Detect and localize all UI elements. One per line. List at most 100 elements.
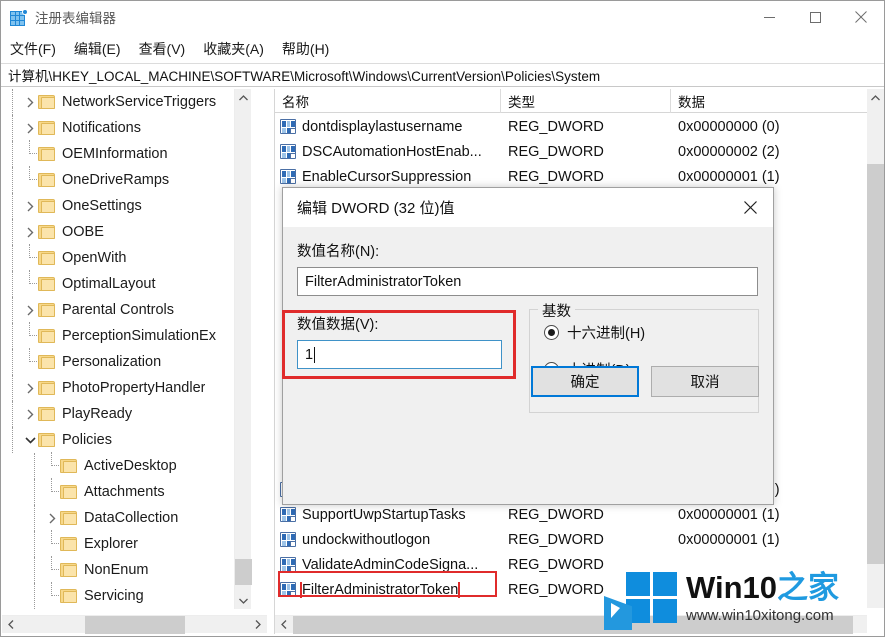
dialog-close-icon[interactable]: [728, 188, 773, 226]
tree-item[interactable]: Attachments: [2, 478, 250, 505]
menu-file[interactable]: 文件(F): [10, 37, 65, 61]
tree-scroll-down-icon[interactable]: [235, 592, 252, 609]
cancel-button[interactable]: 取消: [651, 366, 759, 397]
tree-item-label: DataCollection: [84, 510, 179, 526]
tree-item-label: OptimalLayout: [62, 276, 156, 292]
tree-item[interactable]: OneDriveRamps: [2, 166, 250, 193]
list-hscroll-track[interactable]: [293, 615, 867, 634]
column-header-name[interactable]: 名称: [275, 89, 501, 113]
menu-help[interactable]: 帮助(H): [282, 37, 338, 61]
tree-item[interactable]: OpenWith: [2, 244, 250, 271]
chevron-right-icon[interactable]: [22, 219, 38, 245]
column-header-type[interactable]: 类型: [501, 89, 671, 113]
tree-item[interactable]: OOBE: [2, 219, 250, 245]
maximize-icon[interactable]: [792, 1, 838, 33]
tree-item[interactable]: Policies: [2, 427, 250, 453]
chevron-right-icon[interactable]: [22, 297, 38, 323]
tree-leaf-marker: [22, 270, 38, 297]
list-vertical-scrollbar[interactable]: [867, 89, 884, 608]
tree-indent: [2, 349, 22, 375]
list-header: 名称 类型 数据: [275, 89, 867, 113]
cell-type: REG_DWORD: [508, 118, 604, 135]
cell-type: REG_DWORD: [508, 531, 604, 548]
chevron-right-icon[interactable]: [22, 375, 38, 401]
tree-horizontal-scrollbar[interactable]: [2, 615, 267, 634]
tree-scrollbar-thumb[interactable]: [235, 559, 252, 585]
pane-splitter[interactable]: [268, 89, 273, 634]
tree-leaf-marker: [44, 478, 60, 505]
tree-item[interactable]: Notifications: [2, 115, 250, 141]
folder-icon: [38, 355, 55, 369]
value-name-input[interactable]: FilterAdministratorToken: [297, 267, 758, 296]
value-name-text: SupportUwpStartupTasks: [302, 506, 466, 523]
tree-hscroll-track[interactable]: [20, 615, 249, 634]
reg-dword-icon: [280, 532, 296, 547]
tree-item-label: PerceptionSimulationEx: [62, 328, 216, 344]
ok-button[interactable]: 确定: [531, 366, 639, 397]
value-data-input[interactable]: 1: [297, 340, 502, 369]
tree-leaf-marker: [22, 244, 38, 271]
tree-item[interactable]: OptimalLayout: [2, 270, 250, 297]
list-horizontal-scrollbar[interactable]: [275, 615, 867, 634]
tree-vertical-scrollbar[interactable]: [234, 89, 252, 609]
table-row[interactable]: EnableCursorSuppression REG_DWORD 0x000000…: [275, 164, 867, 189]
tree-item[interactable]: OneSettings: [2, 193, 250, 219]
chevron-right-icon[interactable]: [44, 505, 60, 531]
tree-item[interactable]: OEMInformation: [2, 140, 250, 167]
list-hscroll-thumb[interactable]: [293, 615, 853, 634]
radio-hexadecimal[interactable]: 十六进制(H): [544, 322, 748, 343]
tree-indent: [2, 583, 44, 609]
cell-type: REG_DWORD: [508, 506, 604, 523]
radio-hexadecimal-icon[interactable]: [544, 325, 559, 340]
table-row[interactable]: SupportUwpStartupTasks REG_DWORD 0x0000000…: [275, 502, 867, 527]
chevron-right-icon[interactable]: [22, 115, 38, 141]
chevron-right-icon[interactable]: [22, 193, 38, 219]
tree-scroll-left-icon[interactable]: [2, 616, 20, 634]
menu-favorites[interactable]: 收藏夹(A): [203, 37, 273, 61]
tree-scroll-right-icon[interactable]: [249, 616, 267, 634]
tree-indent: [2, 453, 44, 479]
tree-item[interactable]: NetworkServiceTriggers: [2, 89, 250, 115]
tree-indent: [2, 427, 22, 453]
tree-item[interactable]: Parental Controls: [2, 297, 250, 323]
chevron-down-icon[interactable]: [22, 427, 38, 453]
list-scroll-up-icon[interactable]: [867, 89, 884, 106]
tree-item[interactable]: NonEnum: [2, 556, 250, 583]
menu-edit[interactable]: 编辑(E): [74, 37, 130, 61]
list-scroll-left-icon[interactable]: [275, 616, 293, 634]
menu-view[interactable]: 查看(V): [139, 37, 195, 61]
folder-icon: [38, 407, 55, 421]
minimize-icon[interactable]: [746, 1, 792, 33]
tree-item[interactable]: PlayReady: [2, 401, 250, 427]
dialog-title-bar: 编辑 DWORD (32 位)值: [283, 188, 773, 227]
cell-type: REG_DWORD: [508, 143, 604, 160]
tree-item-label: Explorer: [84, 536, 138, 552]
tree-item-label: OOBE: [62, 224, 104, 240]
cell-name: dontdisplaylastusername: [275, 119, 501, 135]
tree-indent: [2, 323, 22, 349]
reg-dword-icon: [280, 507, 296, 522]
table-row[interactable]: undockwithoutlogon REG_DWORD 0x00000001 (1…: [275, 527, 867, 552]
address-bar[interactable]: 计算机\HKEY_LOCAL_MACHINE\SOFTWARE\Microsof…: [1, 63, 884, 87]
tree-item[interactable]: PerceptionSimulationEx: [2, 322, 250, 349]
table-row[interactable]: dontdisplaylastusername REG_DWORD 0x000000…: [275, 114, 867, 139]
close-icon[interactable]: [838, 1, 884, 33]
tree-scroll-up-icon[interactable]: [235, 89, 252, 106]
table-row[interactable]: FilterAdministratorToken REG_DWORD: [275, 577, 867, 602]
tree-hscroll-thumb[interactable]: [85, 615, 185, 634]
list-scrollbar-thumb[interactable]: [867, 164, 884, 564]
tree-item[interactable]: PhotoPropertyHandler: [2, 375, 250, 401]
tree-item[interactable]: DataCollection: [2, 505, 250, 531]
chevron-right-icon[interactable]: [22, 89, 38, 115]
tree-item[interactable]: Servicing: [2, 582, 250, 609]
table-row[interactable]: DSCAutomationHostEnab... REG_DWORD 0x00000…: [275, 139, 867, 164]
tree-item[interactable]: Explorer: [2, 530, 250, 557]
table-row[interactable]: ValidateAdminCodeSigna... REG_DWORD: [275, 552, 867, 577]
column-header-data[interactable]: 数据: [671, 89, 867, 113]
chevron-right-icon[interactable]: [22, 401, 38, 427]
tree-leaf-marker: [44, 556, 60, 583]
tree-item[interactable]: ActiveDesktop: [2, 452, 250, 479]
tree-indent: [2, 115, 22, 141]
tree-item[interactable]: Personalization: [2, 348, 250, 375]
dialog-title: 编辑 DWORD (32 位)值: [297, 200, 455, 217]
